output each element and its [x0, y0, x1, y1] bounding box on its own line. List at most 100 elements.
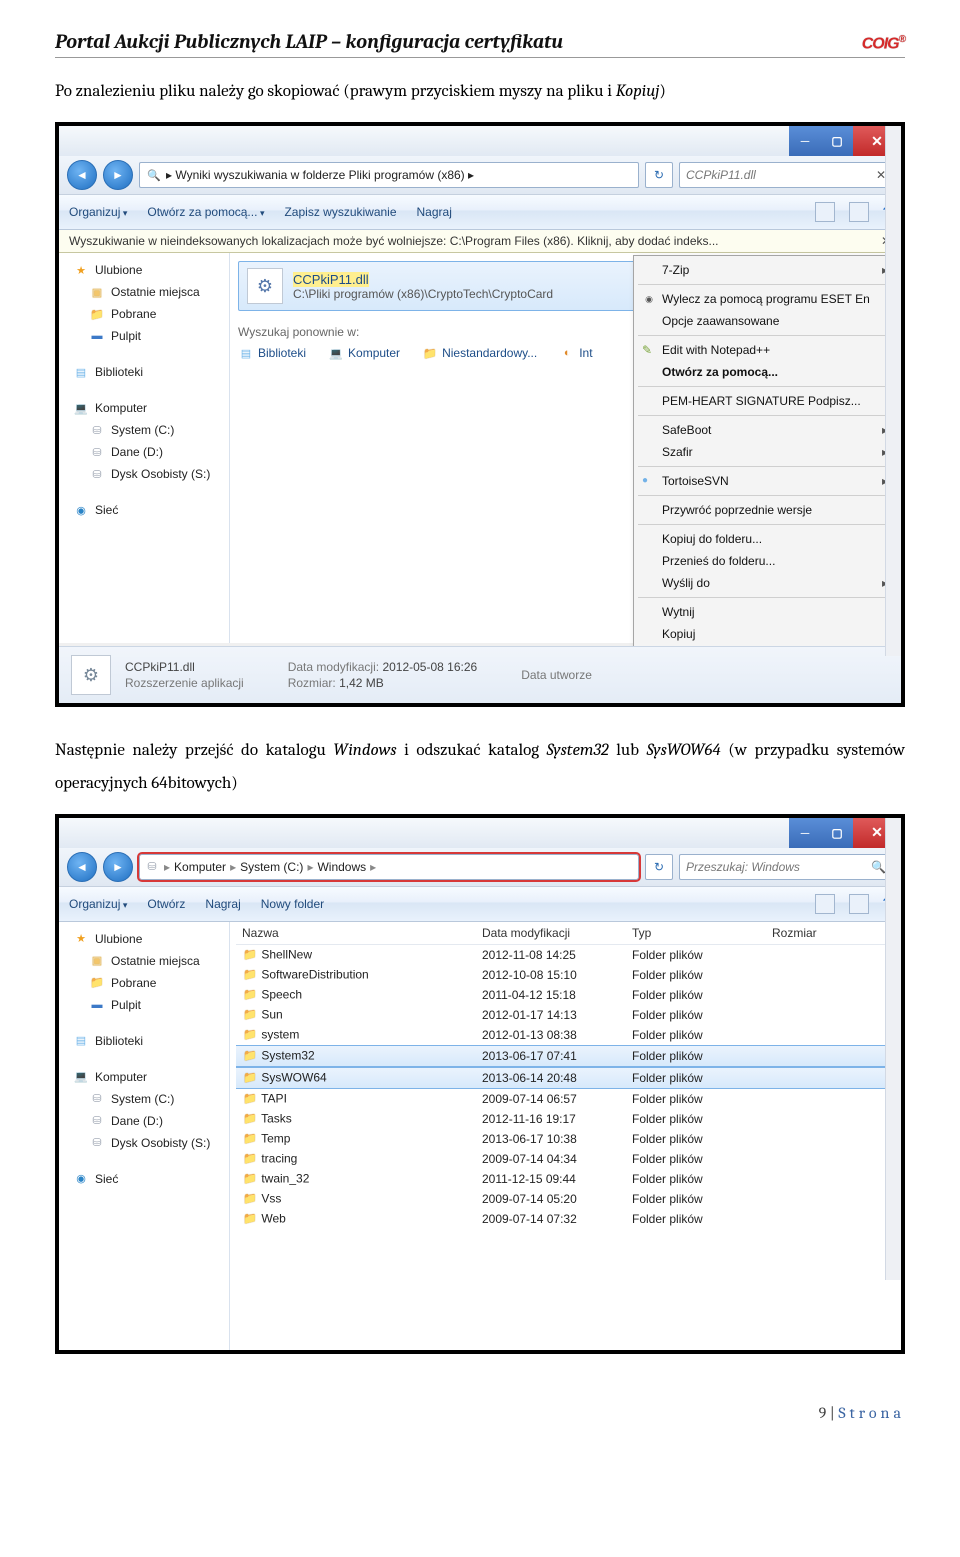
folder-row[interactable]: 📁 Web2009-07-14 07:32Folder plików — [236, 1209, 895, 1229]
view-icon[interactable] — [815, 202, 835, 222]
search-again-biblioteki[interactable]: ▤Biblioteki — [238, 345, 306, 361]
window-maximize-button[interactable]: ▢ — [821, 126, 853, 156]
sidebar: ★Ulubione ▣Ostatnie miejsca 📁Pobrane ▬Pu… — [59, 253, 230, 643]
folder-row[interactable]: 📁 Speech2011-04-12 15:18Folder plików — [236, 985, 895, 1005]
sidebar-item-ulubione[interactable]: ★Ulubione — [59, 259, 229, 281]
folder-row[interactable]: 📁 system2012-01-13 08:38Folder plików — [236, 1025, 895, 1045]
sidebar-item-system-c[interactable]: ⛁System (C:) — [59, 1088, 229, 1110]
sidebar-item-biblioteki[interactable]: ▤Biblioteki — [59, 1030, 229, 1052]
sidebar-item-komputer[interactable]: 💻Komputer — [59, 397, 229, 419]
col-type[interactable]: Typ — [632, 926, 772, 940]
scrollbar[interactable] — [885, 126, 901, 656]
ctx-7zip[interactable]: 7-Zip — [636, 259, 896, 281]
back-button[interactable]: ◄ — [67, 160, 97, 190]
forward-button[interactable]: ► — [103, 160, 133, 190]
ctx-restore[interactable]: Przywróć poprzednie wersje — [636, 499, 896, 521]
folder-icon: ▣ — [89, 284, 105, 300]
desktop-icon: ▬ — [89, 997, 105, 1013]
index-info-bar[interactable]: Wyszukiwanie w nieindeksowanych lokaliza… — [59, 230, 901, 253]
sidebar-item-dysk-s[interactable]: ⛁Dysk Osobisty (S:) — [59, 1132, 229, 1154]
folder-row[interactable]: 📁 Temp2013-06-17 10:38Folder plików — [236, 1129, 895, 1149]
ctx-notepadpp[interactable]: Edit with Notepad++ — [636, 339, 896, 361]
folder-row[interactable]: 📁 Tasks2012-11-16 19:17Folder plików — [236, 1109, 895, 1129]
ctx-tortoisesvn[interactable]: TortoiseSVN — [636, 470, 896, 492]
col-date[interactable]: Data modyfikacji — [482, 926, 632, 940]
network-icon: ◉ — [73, 502, 89, 518]
sidebar-item-siec[interactable]: ◉Sieć — [59, 499, 229, 521]
folder-row[interactable]: 📁 SoftwareDistribution2012-10-08 15:10Fo… — [236, 965, 895, 985]
details-name: CCPkiP11.dll — [125, 659, 244, 675]
window-minimize-button[interactable]: ─ — [789, 126, 821, 156]
sidebar-item-system-c[interactable]: ⛁System (C:) — [59, 419, 229, 441]
search-value: CCPkiP11.dll — [686, 168, 876, 182]
sidebar-item-ostatnie[interactable]: ▣Ostatnie miejsca — [59, 950, 229, 972]
toolbar-nowy-folder[interactable]: Nowy folder — [261, 897, 324, 911]
ctx-copy[interactable]: Kopiuj — [636, 623, 896, 645]
refresh-button[interactable]: ↻ — [645, 162, 673, 188]
ctx-move-to[interactable]: Przenieś do folderu... — [636, 550, 896, 572]
sidebar-item-dane-d[interactable]: ⛁Dane (D:) — [59, 1110, 229, 1132]
folder-row[interactable]: 📁 SysWOW642013-06-14 20:48Folder plików — [236, 1067, 895, 1089]
star-icon: ★ — [73, 931, 89, 947]
window-maximize-button[interactable]: ▢ — [821, 818, 853, 848]
hdd-icon: ⛁ — [89, 422, 105, 438]
sidebar-item-siec[interactable]: ◉Sieć — [59, 1168, 229, 1190]
ctx-cut[interactable]: Wytnij — [636, 601, 896, 623]
toolbar-otworz[interactable]: Otwórz za pomocą... — [147, 205, 264, 219]
sidebar-item-pobrane[interactable]: 📁Pobrane — [59, 972, 229, 994]
sidebar-item-pulpit[interactable]: ▬Pulpit — [59, 994, 229, 1016]
computer-icon: 💻 — [73, 400, 89, 416]
sidebar-item-pobrane[interactable]: 📁Pobrane — [59, 303, 229, 325]
ctx-safeboot[interactable]: SafeBoot — [636, 419, 896, 441]
folder-row[interactable]: 📁 System322013-06-17 07:41Folder plików — [236, 1045, 895, 1067]
folder-row[interactable]: 📁 TAPI2009-07-14 06:57Folder plików — [236, 1089, 895, 1109]
sidebar-item-ulubione[interactable]: ★Ulubione — [59, 928, 229, 950]
window-minimize-button[interactable]: ─ — [789, 818, 821, 848]
folder-row[interactable]: 📁 tracing2009-07-14 04:34Folder plików — [236, 1149, 895, 1169]
column-headers[interactable]: Nazwa Data modyfikacji Typ Rozmiar — [236, 922, 895, 945]
search-box[interactable]: Przeszukaj: Windows 🔍 — [679, 854, 893, 880]
preview-pane-icon[interactable] — [849, 894, 869, 914]
sidebar-item-komputer[interactable]: 💻Komputer — [59, 1066, 229, 1088]
col-size[interactable]: Rozmiar — [772, 926, 852, 940]
refresh-button[interactable]: ↻ — [645, 854, 673, 880]
address-breadcrumb[interactable]: 🔍 ▸ Wyniki wyszukiwania w folderze Pliki… — [139, 162, 639, 188]
preview-pane-icon[interactable] — [849, 202, 869, 222]
ctx-szafir[interactable]: Szafir — [636, 441, 896, 463]
folder-row[interactable]: 📁 Sun2012-01-17 14:13Folder plików — [236, 1005, 895, 1025]
search-again-niestandardowy[interactable]: 📁Niestandardowy... — [422, 345, 537, 361]
col-name[interactable]: Nazwa — [236, 926, 482, 940]
details-ext: Rozszerzenie aplikacji — [125, 675, 244, 691]
folder-row[interactable]: 📁 Vss2009-07-14 05:20Folder plików — [236, 1189, 895, 1209]
forward-button[interactable]: ► — [103, 852, 133, 882]
scrollbar[interactable] — [885, 818, 901, 1280]
page-number: 9 | Strona — [55, 1404, 905, 1422]
toolbar-nagraj[interactable]: Nagraj — [205, 897, 240, 911]
ctx-eset[interactable]: Wylecz za pomocą programu ESET En — [636, 288, 896, 310]
toolbar-nagraj[interactable]: Nagraj — [417, 205, 452, 219]
folder-row[interactable]: 📁 twain_322011-12-15 09:44Folder plików — [236, 1169, 895, 1189]
content-area: Nazwa Data modyfikacji Typ Rozmiar 📁 She… — [230, 922, 901, 1350]
search-box[interactable]: CCPkiP11.dll ✕ — [679, 162, 893, 188]
view-icon[interactable] — [815, 894, 835, 914]
search-again-internet[interactable]: ◐Int — [559, 345, 592, 361]
ctx-pem-heart[interactable]: PEM-HEART SIGNATURE Podpisz... — [636, 390, 896, 412]
ctx-open-with[interactable]: Otwórz za pomocą... — [636, 361, 896, 383]
sidebar-item-dane-d[interactable]: ⛁Dane (D:) — [59, 441, 229, 463]
address-breadcrumb[interactable]: ⛁ ▸ Komputer ▸ System (C:) ▸ Windows ▸ — [139, 854, 639, 880]
sidebar-item-dysk-s[interactable]: ⛁Dysk Osobisty (S:) — [59, 463, 229, 485]
search-again-komputer[interactable]: 💻Komputer — [328, 345, 400, 361]
folder-icon: 📁 — [242, 1211, 258, 1227]
ctx-copy-to[interactable]: Kopiuj do folderu... — [636, 528, 896, 550]
sidebar-item-biblioteki[interactable]: ▤Biblioteki — [59, 361, 229, 383]
toolbar-otworz[interactable]: Otwórz — [147, 897, 185, 911]
sidebar-item-pulpit[interactable]: ▬Pulpit — [59, 325, 229, 347]
toolbar-zapisz[interactable]: Zapisz wyszukiwanie — [284, 205, 396, 219]
folder-row[interactable]: 📁 ShellNew2012-11-08 14:25Folder plików — [236, 945, 895, 965]
ctx-send-to[interactable]: Wyślij do — [636, 572, 896, 594]
sidebar-item-ostatnie[interactable]: ▣Ostatnie miejsca — [59, 281, 229, 303]
toolbar-organizuj[interactable]: Organizuj — [69, 205, 127, 219]
ctx-opcje[interactable]: Opcje zaawansowane — [636, 310, 896, 332]
back-button[interactable]: ◄ — [67, 852, 97, 882]
toolbar-organizuj[interactable]: Organizuj — [69, 897, 127, 911]
